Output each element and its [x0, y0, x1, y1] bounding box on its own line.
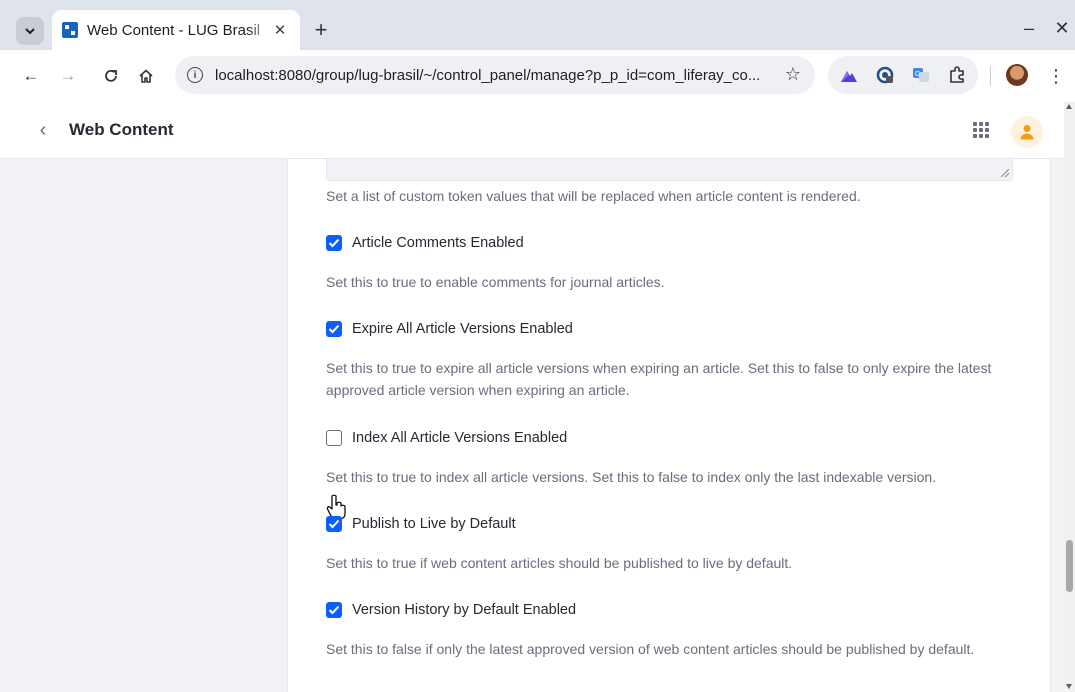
resize-handle-icon[interactable] — [1001, 169, 1009, 177]
checkbox-checked[interactable] — [326, 321, 342, 337]
custom-tokens-textarea[interactable] — [326, 159, 1013, 181]
scroll-down-arrow-icon[interactable] — [1066, 684, 1072, 689]
index-versions-row[interactable]: Index All Article Versions Enabled — [326, 427, 567, 449]
minimize-window-button[interactable]: – — [1019, 18, 1039, 38]
tab-title: Web Content - LUG Brasil — [87, 21, 261, 39]
article-comments-row[interactable]: Article Comments Enabled — [326, 232, 524, 254]
mountain-extension-icon[interactable] — [840, 66, 858, 84]
checkbox-unchecked[interactable] — [326, 430, 342, 446]
site-info-icon[interactable]: i — [187, 67, 203, 83]
toolbar-separator — [990, 66, 991, 86]
chevron-down-icon — [25, 28, 35, 35]
bookmark-star-icon[interactable]: ☆ — [785, 64, 801, 85]
checkbox-help: Set this to true to expire all article v… — [326, 360, 992, 398]
browser-tab[interactable]: Web Content - LUG Brasil ✕ — [52, 10, 300, 50]
browser-toolbar: ← → i localhost:8080/group/lug-brasil/~/… — [0, 50, 1075, 102]
apps-grid-icon[interactable] — [972, 121, 990, 139]
extensions-puzzle-icon[interactable] — [948, 66, 966, 84]
configuration-form: Set a list of custom token values that w… — [287, 159, 1051, 692]
close-tab-icon[interactable]: ✕ — [270, 20, 290, 40]
checkbox-label: Index All Article Versions Enabled — [352, 430, 568, 446]
checkbox-label: Publish to Live by Default — [352, 516, 516, 532]
reload-icon[interactable] — [98, 63, 124, 89]
page-scrollbar[interactable] — [1064, 102, 1075, 692]
address-bar[interactable]: i localhost:8080/group/lug-brasil/~/cont… — [175, 56, 815, 94]
expire-versions-row[interactable]: Expire All Article Versions Enabled — [326, 318, 573, 340]
kebab-menu-icon[interactable]: ⋮ — [1046, 63, 1066, 89]
translate-extension-icon[interactable]: G — [912, 66, 930, 84]
checkmark-icon — [328, 519, 340, 529]
checkbox-label: Article Comments Enabled — [352, 235, 524, 251]
checkbox-label: Version History by Default Enabled — [352, 602, 577, 618]
tab-search-button[interactable] — [16, 17, 44, 45]
publish-live-row[interactable]: Publish to Live by Default — [326, 513, 516, 535]
forward-arrow-icon[interactable]: → — [55, 63, 81, 89]
checkbox-help: Set this to true if web content articles… — [326, 555, 793, 571]
checkbox-checked[interactable] — [326, 235, 342, 251]
home-icon[interactable] — [133, 63, 159, 89]
scroll-thumb[interactable] — [1066, 540, 1073, 592]
new-tab-button[interactable]: + — [308, 17, 334, 43]
page-title: Web Content — [69, 120, 174, 139]
scroll-up-arrow-icon[interactable] — [1066, 104, 1072, 109]
checkmark-icon — [328, 238, 340, 248]
close-window-button[interactable]: ✕ — [1052, 18, 1072, 38]
extensions-group: G — [828, 56, 978, 94]
user-avatar[interactable] — [1011, 116, 1043, 148]
page-viewport: ‹ Web Content Set a list of custom token… — [0, 102, 1064, 692]
app-header: ‹ Web Content — [0, 102, 1064, 159]
checkbox-help: Set this to true to index all article ve… — [326, 469, 937, 485]
checkbox-checked[interactable] — [326, 516, 342, 532]
url-text: localhost:8080/group/lug-brasil/~/contro… — [215, 66, 761, 84]
user-icon — [1020, 125, 1034, 140]
checkmark-icon — [328, 324, 340, 334]
screen-recorder-extension-icon[interactable] — [876, 66, 894, 84]
back-chevron-icon[interactable]: ‹ — [32, 118, 54, 142]
checkbox-help: Set this to false if only the latest app… — [326, 641, 975, 657]
liferay-favicon-icon — [62, 22, 78, 38]
checkbox-checked[interactable] — [326, 602, 342, 618]
back-arrow-icon[interactable]: ← — [18, 63, 44, 89]
custom-tokens-help: Set a list of custom token values that w… — [326, 188, 861, 204]
checkbox-label: Expire All Article Versions Enabled — [352, 321, 573, 337]
svg-text:G: G — [915, 71, 920, 78]
checkmark-icon — [328, 605, 340, 615]
checkbox-help: Set this to true to enable comments for … — [326, 274, 665, 290]
version-history-row[interactable]: Version History by Default Enabled — [326, 599, 576, 621]
profile-avatar[interactable] — [1006, 64, 1028, 86]
